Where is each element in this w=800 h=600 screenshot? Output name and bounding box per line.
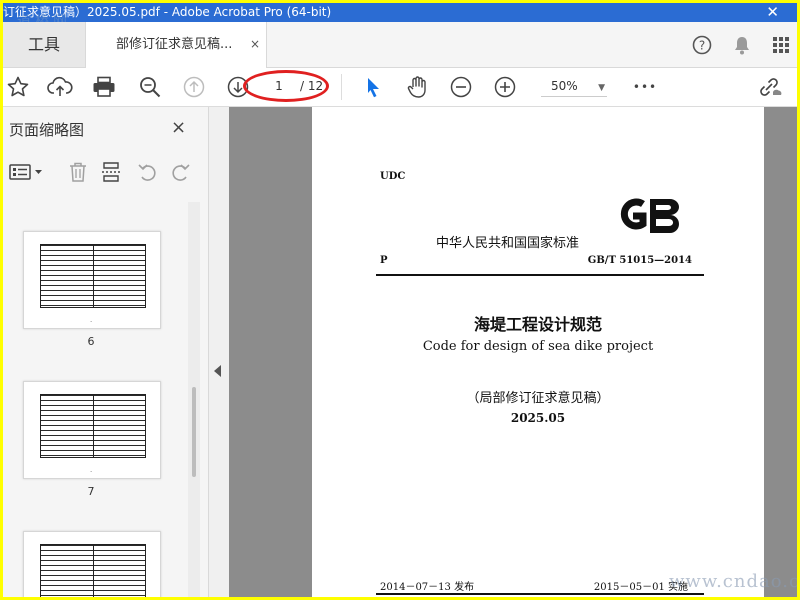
page-thumbnail[interactable] (23, 531, 161, 597)
thumbnail-page-label: 7 (87, 485, 95, 498)
tab-document[interactable]: 部修订征求意见稿... × (85, 22, 267, 68)
draft-note: （局部修订征求意见稿） (466, 391, 610, 406)
title-bar: 订征求意见稿）2025.05.pdf - Adobe Acrobat Pro (… (3, 3, 797, 22)
zoom-level-dropdown[interactable]: 50% ▼ (541, 76, 607, 97)
panel-collapse-handle[interactable] (209, 107, 229, 597)
hand-tool-icon[interactable] (403, 73, 433, 101)
toolbar-divider (341, 74, 342, 100)
cloud-upload-icon[interactable] (45, 73, 75, 101)
help-icon[interactable]: ? (687, 22, 717, 67)
page-thumbnail[interactable]: . (23, 381, 161, 479)
thumbnail-preview (40, 244, 146, 308)
collapse-arrow-icon (214, 365, 221, 377)
panel-title: 页面缩略图 (9, 121, 85, 139)
apps-grid-icon[interactable] (767, 22, 795, 67)
draft-date: 2025.05 (510, 411, 566, 425)
footer-rule (376, 593, 704, 595)
classification-p: P (380, 255, 388, 266)
pdf-page: UDC 中华人民共和国国家标准 P GB/T 51015—2014 海堤工程设计… (312, 107, 764, 597)
previous-page-icon[interactable] (179, 73, 209, 101)
more-tools-button[interactable]: ••• (627, 73, 663, 101)
tab-tools[interactable]: 工具 (3, 22, 85, 67)
chevron-down-icon: ▼ (598, 83, 605, 93)
header-rule (376, 274, 704, 276)
tab-document-label: 部修订征求意见稿... (116, 37, 233, 52)
share-link-icon[interactable] (755, 73, 785, 101)
zoom-in-icon[interactable] (490, 73, 520, 101)
page-thumbnail[interactable]: . (23, 231, 161, 329)
udc-label: UDC (380, 171, 406, 182)
notification-bell-icon[interactable] (727, 22, 757, 67)
thumbnail-page-label: 6 (87, 335, 95, 348)
window-close-button[interactable]: ✕ (766, 3, 779, 21)
delete-trash-icon[interactable] (65, 159, 91, 185)
main-toolbar: 1 / 12 50% ▼ ••• (3, 68, 797, 107)
rotate-left-icon[interactable] (135, 159, 161, 185)
tab-close-button[interactable]: × (250, 22, 260, 67)
select-cursor-icon[interactable] (359, 73, 389, 101)
thumbnail-preview (40, 544, 146, 597)
zoom-level-value: 50% (551, 79, 578, 93)
insert-page-icon[interactable] (99, 159, 125, 185)
thumbnail-preview (40, 394, 146, 458)
tab-bar: 工具 部修订征求意见稿... × ? (3, 22, 797, 68)
zoom-out-icon[interactable] (446, 73, 476, 101)
print-icon[interactable] (89, 73, 119, 101)
site-watermark-bottom: www.cndao.c (669, 571, 797, 592)
standard-name: 中华人民共和国国家标准 (436, 236, 580, 251)
panel-toolbar (3, 157, 208, 189)
page-number-input[interactable]: 1 (265, 77, 293, 95)
document-viewer[interactable]: UDC 中华人民共和国国家标准 P GB/T 51015—2014 海堤工程设计… (229, 107, 797, 597)
page-total: / 12 (300, 79, 324, 93)
svg-text:?: ? (699, 38, 705, 52)
thumbnails-panel: 页面缩略图 × . 6 . 7 (3, 107, 209, 597)
panel-scrollbar-thumb[interactable] (192, 387, 196, 477)
acrobat-window: 订征求意见稿）2025.05.pdf - Adobe Acrobat Pro (… (3, 3, 797, 597)
publish-date: 2014－07－13 发布 (380, 582, 475, 593)
gb-logo (620, 198, 679, 233)
panel-close-button[interactable]: × (171, 117, 186, 138)
rotate-right-icon[interactable] (167, 159, 193, 185)
thumbnail-options-icon[interactable] (7, 159, 45, 185)
title-english: Code for design of sea dike project (422, 339, 654, 354)
standard-code: GB/T 51015—2014 (587, 255, 692, 266)
title-chinese: 海堤工程设计规范 (473, 315, 602, 334)
search-zoom-icon[interactable] (135, 73, 165, 101)
bookmark-star-icon[interactable] (3, 73, 33, 101)
